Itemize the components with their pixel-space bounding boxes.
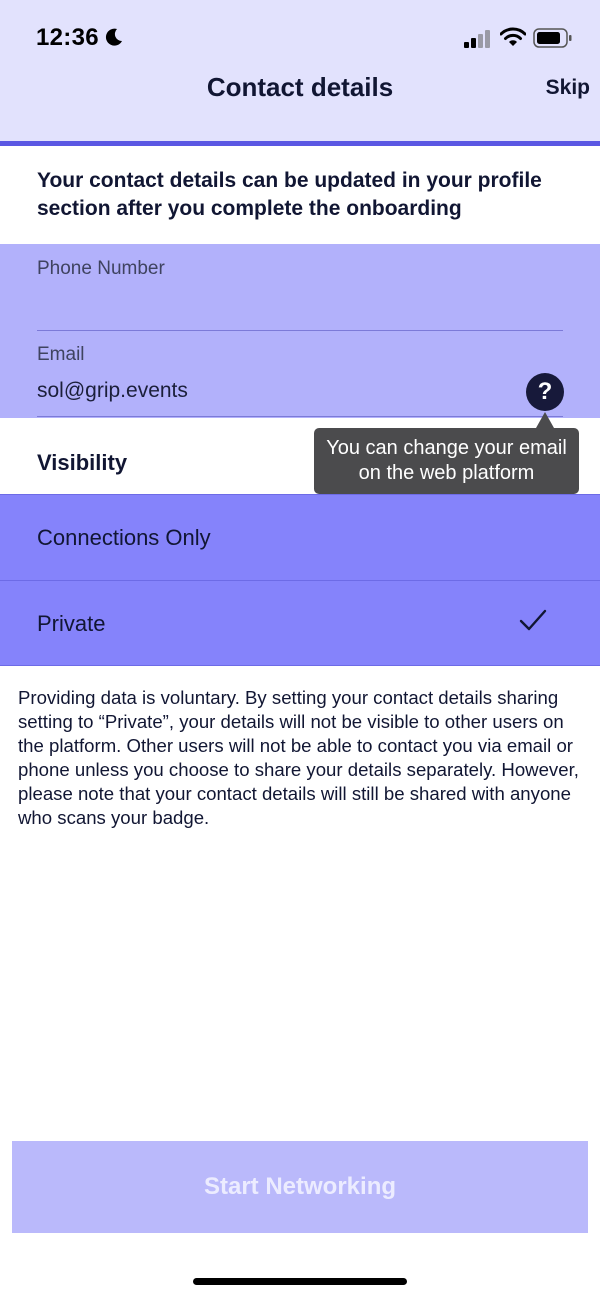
- page-title: Contact details: [206, 72, 394, 102]
- battery-icon: [533, 28, 572, 48]
- help-icon[interactable]: ?: [526, 373, 564, 411]
- skip-button[interactable]: Skip: [546, 76, 590, 100]
- status-bar: 12:36: [0, 0, 600, 72]
- checkmark-icon: [519, 609, 547, 631]
- wifi-icon: [500, 27, 526, 46]
- email-label: Email: [37, 344, 85, 365]
- intro-text: Your contact details can be updated in y…: [37, 169, 542, 220]
- option-label: Connections Only: [37, 525, 211, 550]
- moon-icon: [105, 28, 122, 46]
- contact-form: Phone Number Email sol@grip.events: [0, 244, 600, 418]
- phone-underline: [37, 330, 563, 331]
- header: 12:36 Contact details Skip: [0, 0, 600, 143]
- visibility-option-private[interactable]: Private: [0, 580, 600, 666]
- visibility-heading: Visibility: [37, 450, 128, 475]
- email-input[interactable]: sol@grip.events: [37, 379, 188, 403]
- signal-icon: [464, 30, 490, 48]
- tooltip-arrow: [536, 412, 554, 428]
- option-label: Private: [37, 611, 106, 636]
- start-networking-button[interactable]: Start Networking: [12, 1141, 588, 1233]
- header-divider: [0, 141, 600, 146]
- phone-label: Phone Number: [37, 258, 165, 279]
- email-tooltip: You can change your email on the web pla…: [314, 428, 579, 494]
- disclaimer-text: Providing data is voluntary. By setting …: [18, 687, 579, 828]
- home-indicator[interactable]: [193, 1278, 407, 1285]
- visibility-option-connections[interactable]: Connections Only: [0, 494, 600, 580]
- status-time: 12:36: [36, 24, 99, 51]
- email-underline: [37, 416, 563, 417]
